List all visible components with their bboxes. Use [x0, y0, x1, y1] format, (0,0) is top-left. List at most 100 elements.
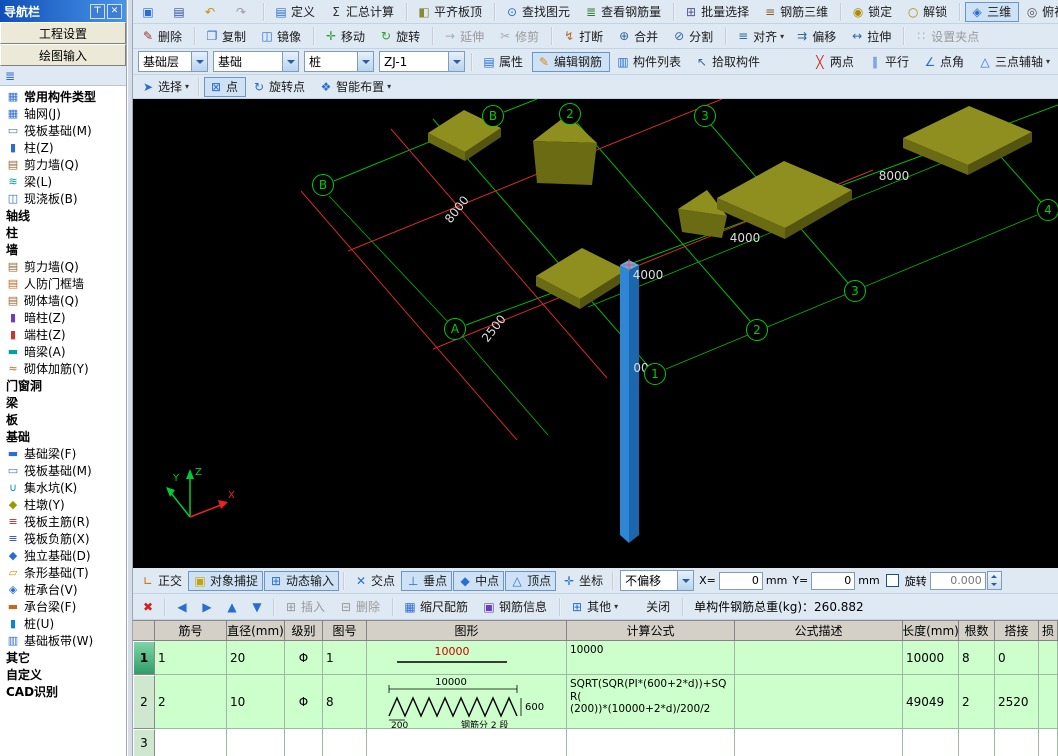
define-button[interactable]: ▤ 定义	[269, 2, 323, 22]
lock-button[interactable]: ◉ 锁定	[846, 2, 900, 22]
coordinate-toggle[interactable]: ✛ 坐标	[557, 571, 608, 591]
select-tool-button[interactable]: ➤ 选择 ▾	[136, 77, 194, 97]
tree-raft-negative-rebar[interactable]: ≡ 筏板负筋(X)	[0, 530, 126, 547]
cell-shape-diagram[interactable]: 10000	[367, 641, 567, 675]
tree-common-types[interactable]: ▦ 常用构件类型	[0, 88, 126, 105]
split-button[interactable]: ⊘ 分割	[667, 26, 721, 46]
point-place-button[interactable]: ⊠ 点	[204, 77, 246, 97]
tree-civil-defense-door-wall[interactable]: ▤ 人防门框墙	[0, 275, 126, 292]
layers-icon[interactable]: ≣	[2, 69, 18, 83]
delete-button[interactable]: ✎ 删除	[136, 26, 190, 46]
cell-formula-desc[interactable]	[735, 675, 903, 729]
cell-grade[interactable]: Φ	[285, 641, 323, 675]
rebar-info-button[interactable]: ▣ 钢筋信息	[477, 597, 555, 617]
angle-spinner[interactable]	[987, 571, 1002, 590]
pin-icon[interactable]: ⊤	[90, 4, 105, 19]
copy-button[interactable]: ❐ 复制	[200, 26, 254, 46]
tree-raft-foundation-2[interactable]: ▭ 筏板基础(M)	[0, 462, 126, 479]
pile-cap[interactable]	[533, 115, 597, 185]
cell-diameter[interactable]: 10	[227, 675, 285, 729]
project-settings-button[interactable]: 工程设置	[0, 22, 126, 44]
cell-rebar-no[interactable]	[155, 729, 227, 756]
ortho-toggle[interactable]: ∟ 正交	[136, 571, 187, 591]
dropdown-arrow-icon[interactable]	[191, 52, 207, 71]
cell-formula-desc[interactable]	[735, 641, 903, 675]
three-point-aux-axis-button[interactable]: △ 三点辅轴 ▾	[973, 52, 1055, 72]
smart-layout-button[interactable]: ❖ 智能布置 ▾	[314, 77, 396, 97]
rotate-point-button[interactable]: ↻ 旋转点	[247, 77, 313, 97]
delete-row-button[interactable]: ⊟ 删除	[334, 597, 388, 617]
cell-rebar-no[interactable]: 1	[155, 641, 227, 675]
dropdown-arrow-icon[interactable]	[677, 571, 693, 590]
tree-cap-beam[interactable]: ▬ 承台梁(F)	[0, 598, 126, 615]
move-row-down-button[interactable]: ▼	[245, 597, 269, 617]
cell-length[interactable]	[903, 729, 959, 756]
row-selector[interactable]: 2	[133, 675, 155, 729]
properties-button[interactable]: ▤ 属性	[477, 52, 531, 72]
pile-cap[interactable]	[536, 248, 626, 309]
dropdown-arrow-icon[interactable]	[282, 52, 298, 71]
tree-raft-main-rebar[interactable]: ≡ 筏板主筋(R)	[0, 513, 126, 530]
dyn-input-toggle[interactable]: ⊞ 动态输入	[264, 571, 339, 591]
tree-pile-cap[interactable]: ◈ 桩承台(V)	[0, 581, 126, 598]
rebar-3d-button[interactable]: ≡ 钢筋三维	[758, 2, 836, 22]
align-button[interactable]: ≡ 对齐 ▾	[731, 26, 789, 46]
pick-component-button[interactable]: ↖ 拾取构件	[690, 52, 768, 72]
tree-foundation-slab-band[interactable]: ▥ 基础板带(W)	[0, 632, 126, 649]
offset-select[interactable]: 不偏移	[620, 570, 694, 591]
tree-group-custom[interactable]: 自定义	[0, 666, 126, 683]
tree-axis-grid[interactable]: ▦ 轴网(J)	[0, 105, 126, 122]
tree-group-wall[interactable]: 墙	[0, 241, 126, 258]
cell-clipped[interactable]	[1039, 641, 1058, 675]
cell-clipped[interactable]	[1039, 675, 1058, 729]
cell-clipped[interactable]	[1039, 729, 1058, 756]
cell-lap[interactable]: 0	[995, 641, 1039, 675]
tree-group-column[interactable]: 柱	[0, 224, 126, 241]
tree-group-beam[interactable]: 梁	[0, 394, 126, 411]
redo-button[interactable]: ↷	[229, 2, 259, 22]
trim-button[interactable]: ✂ 修剪	[493, 26, 547, 46]
tree-sump-pit[interactable]: ∪ 集水坑(K)	[0, 479, 126, 496]
component-list-button[interactable]: ▥ 构件列表	[611, 52, 689, 72]
dropdown-arrow-icon[interactable]	[357, 52, 373, 71]
view-rebar-qty-button[interactable]: ≣ 查看钢筋量	[579, 2, 669, 22]
tree-pile[interactable]: ▮ 桩(U)	[0, 615, 126, 632]
close-table-button[interactable]: ✖	[136, 597, 160, 617]
tree-cast-slab[interactable]: ◫ 现浇板(B)	[0, 190, 126, 207]
cell-shape-no[interactable]: 1	[323, 641, 367, 675]
vertex-snap-toggle[interactable]: △ 顶点	[505, 571, 556, 591]
dropdown-arrow-icon[interactable]	[448, 52, 464, 71]
stretch-button[interactable]: ↔ 拉伸	[845, 26, 899, 46]
window-button[interactable]: ▣	[136, 2, 166, 22]
y-input[interactable]	[811, 572, 855, 590]
tree-group-slab[interactable]: 板	[0, 411, 126, 428]
cell-length[interactable]: 10000	[903, 641, 959, 675]
move-row-up-button[interactable]: ▲	[220, 597, 244, 617]
tree-shear-wall-2[interactable]: ▤ 剪力墙(Q)	[0, 258, 126, 275]
break-button[interactable]: ↯ 打断	[557, 26, 611, 46]
find-element-button[interactable]: ⊙ 查找图元	[500, 2, 578, 22]
prev-record-button[interactable]: ◀	[170, 597, 194, 617]
tree-masonry-reinforcement[interactable]: ≈ 砌体加筋(Y)	[0, 360, 126, 377]
merge-button[interactable]: ⊕ 合并	[612, 26, 666, 46]
view-3d-button[interactable]: ◈ 三维	[965, 2, 1019, 22]
tree-hidden-beam[interactable]: ▬ 暗梁(A)	[0, 343, 126, 360]
extend-button[interactable]: → 延伸	[438, 26, 492, 46]
cell-diameter[interactable]: 20	[227, 641, 285, 675]
top-view-button[interactable]: ◎ 俯视	[1020, 2, 1058, 22]
insert-row-button[interactable]: ⊞ 插入	[279, 597, 333, 617]
tree-column-pier[interactable]: ◆ 柱墩(Y)	[0, 496, 126, 513]
midpoint-snap-toggle[interactable]: ◆ 中点	[453, 571, 504, 591]
x-input[interactable]	[719, 572, 763, 590]
tree-hidden-column[interactable]: ▮ 暗柱(Z)	[0, 309, 126, 326]
cell-count[interactable]: 2	[959, 675, 995, 729]
cell-lap[interactable]	[995, 729, 1039, 756]
tree-group-axis[interactable]: 轴线	[0, 207, 126, 224]
pile-cap[interactable]	[717, 161, 852, 239]
rotate-button[interactable]: ↻ 旋转	[374, 26, 428, 46]
type-select[interactable]: 桩	[304, 51, 374, 72]
next-record-button[interactable]: ▶	[195, 597, 219, 617]
component-select[interactable]: ZJ-1	[379, 51, 465, 72]
cell-length[interactable]: 49049	[903, 675, 959, 729]
cell-count[interactable]	[959, 729, 995, 756]
